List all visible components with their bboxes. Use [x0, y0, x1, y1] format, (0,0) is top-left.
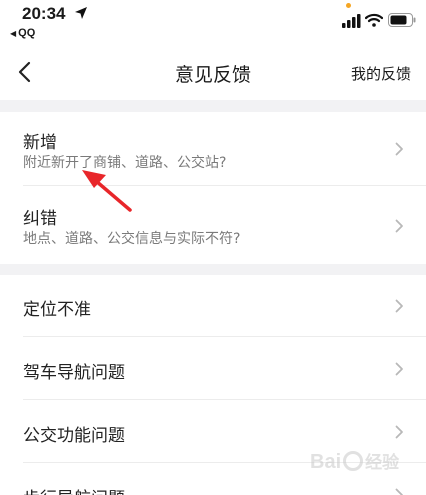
back-app-label: QQ	[18, 27, 36, 39]
section-divider	[0, 264, 426, 275]
watermark-text: Bai 经验	[310, 451, 400, 473]
location-arrow-icon	[75, 7, 87, 19]
feedback-item-location[interactable]: 定位不准	[0, 275, 426, 337]
chevron-right-icon	[395, 299, 403, 313]
feedback-item-title: 定位不准	[23, 300, 91, 320]
chevron-right-icon	[395, 488, 403, 495]
chevron-right-icon	[395, 142, 403, 156]
my-feedback-link[interactable]: 我的反馈	[351, 63, 411, 84]
nav-bar: 意见反馈 我的反馈	[0, 44, 426, 100]
feedback-item-subtitle: 附近新开了商铺、道路、公交站?	[23, 155, 227, 171]
chevron-right-icon	[395, 362, 403, 376]
feedback-item-subtitle: 地点、道路、公交信息与实际不符?	[23, 231, 241, 247]
battery-icon	[388, 13, 416, 27]
feedback-item-title: 公交功能问题	[23, 426, 125, 446]
wifi-icon	[365, 13, 383, 27]
back-to-app-button[interactable]: ◀ QQ	[10, 27, 35, 39]
feedback-item-title: 纠错	[23, 209, 57, 229]
status-time: 20:34	[22, 4, 66, 23]
feedback-item-title: 步行导航问题	[23, 484, 125, 495]
baidu-watermark: Bai 经验	[310, 442, 422, 482]
privacy-indicator-dot	[346, 3, 351, 8]
feedback-item-driving[interactable]: 驾车导航问题	[0, 337, 426, 400]
cellular-signal-icon	[342, 14, 361, 28]
chevron-right-icon	[395, 425, 403, 439]
chevron-right-icon	[395, 219, 403, 233]
section-divider	[0, 100, 426, 112]
feedback-item-title: 新增	[23, 133, 57, 153]
status-bar: 20:34 ◀ QQ	[0, 0, 426, 44]
feedback-item-correction[interactable]: 纠错 地点、道路、公交信息与实际不符?	[0, 186, 426, 264]
back-triangle-icon: ◀	[10, 29, 17, 38]
feedback-item-new[interactable]: 新增 附近新开了商铺、道路、公交站?	[0, 112, 426, 186]
feedback-item-title: 驾车导航问题	[23, 363, 125, 383]
